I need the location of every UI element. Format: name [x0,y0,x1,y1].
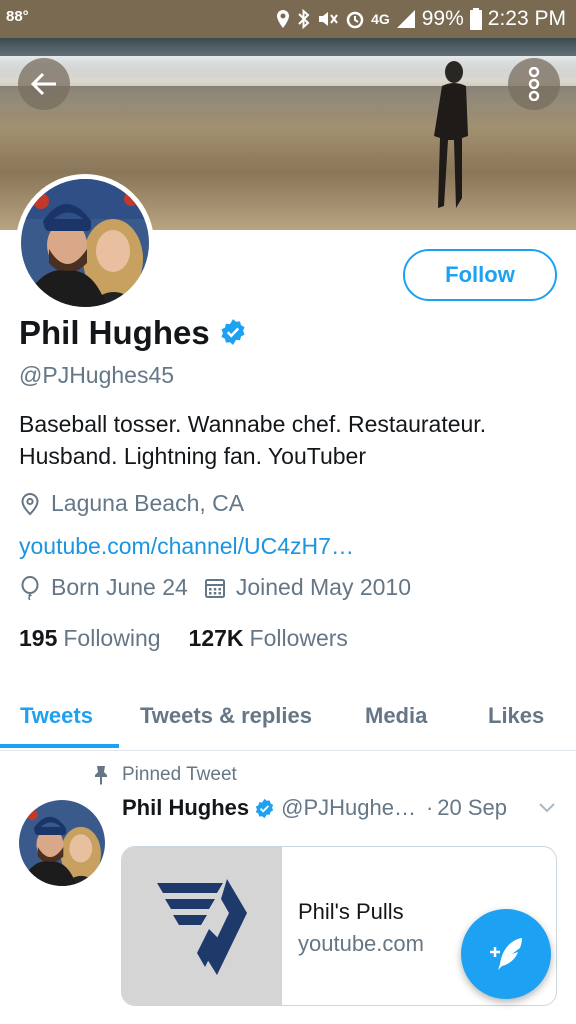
profile-location: Laguna Beach, CA [19,490,244,517]
verified-badge-icon [221,319,245,345]
profile-dates: Born June 24 Joined May 2010 [19,574,411,601]
status-bar: 88° 4G 99% 2:23 PM [0,0,576,38]
compose-tweet-icon [490,938,522,970]
signal-icon [396,10,415,28]
bluetooth-icon [298,9,310,29]
profile-bio: Baseball tosser. Wannabe chef. Restaurat… [19,411,487,469]
banner-person-silhouette [434,61,468,208]
profile-tabs: Tweets Tweets & replies Media Likes [0,683,576,751]
pinned-tweet-label: Pinned Tweet [86,764,237,786]
banner-wet-sand [0,86,576,126]
more-vertical-icon [528,67,540,101]
alarm-icon [346,11,364,29]
tweet-date[interactable]: 20 Sep [437,795,507,821]
battery-percent: 99% [421,7,464,30]
tweet-separator: · [425,795,434,820]
tweet-author-handle[interactable]: @PJHughe… [281,795,416,821]
followers-label: Followers [249,625,348,651]
following-label: Following [63,625,161,651]
tab-tweets-replies[interactable]: Tweets & replies [140,683,312,749]
arrow-left-icon [30,72,56,96]
followers-count-link[interactable]: 127K Followers [189,625,348,652]
chevron-down-icon[interactable] [538,802,556,814]
profile-handle: @PJHughes45 [19,362,175,388]
calendar-icon [204,577,226,599]
follow-button[interactable]: Follow [403,249,557,301]
followers-count: 127K [188,625,244,651]
mute-icon [319,12,338,26]
tweet-author-avatar[interactable] [19,800,105,886]
battery-icon [469,8,482,30]
profile-counts: 195 Following 127K Followers [19,625,348,652]
location-status-icon [277,10,290,28]
profile-avatar-photo [21,179,149,307]
pushpin-icon [86,765,116,785]
tweet-author-name[interactable]: Phil Hughes [122,795,249,821]
profile-website-link[interactable]: youtube.com/channel/UC4zH7… [19,533,354,560]
profile-avatar[interactable] [16,174,154,312]
card-thumbnail [122,847,282,1005]
balloon-icon [19,575,41,600]
banner-waves [0,56,576,86]
birthday-text: Born June 24 [51,574,188,600]
tweet-header: Phil Hughes @PJHughe… · 20 Sep [122,795,507,821]
tab-media[interactable]: Media [365,683,427,749]
following-count: 195 [19,625,58,651]
more-options-button[interactable] [508,58,560,110]
status-time: 2:23 PM [487,7,566,30]
card-title: Phil's Pulls [298,899,404,924]
location-pin-icon [19,492,41,516]
joined-text: Joined May 2010 [235,574,412,600]
following-count-link[interactable]: 195 Following [19,625,161,652]
tab-likes[interactable]: Likes [488,683,544,749]
pinned-text: Pinned Tweet [122,764,237,785]
status-icons: 4G 99% 2:23 PM [275,5,566,33]
tab-tweets[interactable]: Tweets [20,683,93,749]
verified-badge-icon [255,798,274,818]
channel-logo-icon [156,879,247,975]
profile-name: Phil Hughes [19,314,210,351]
network-type: 4G [371,11,390,27]
card-domain: youtube.com [298,931,424,956]
location-text: Laguna Beach, CA [51,490,245,516]
status-temperature: 88° [6,8,29,25]
compose-tweet-button[interactable] [461,909,551,999]
active-tab-indicator [0,744,119,748]
back-button[interactable] [18,58,70,110]
